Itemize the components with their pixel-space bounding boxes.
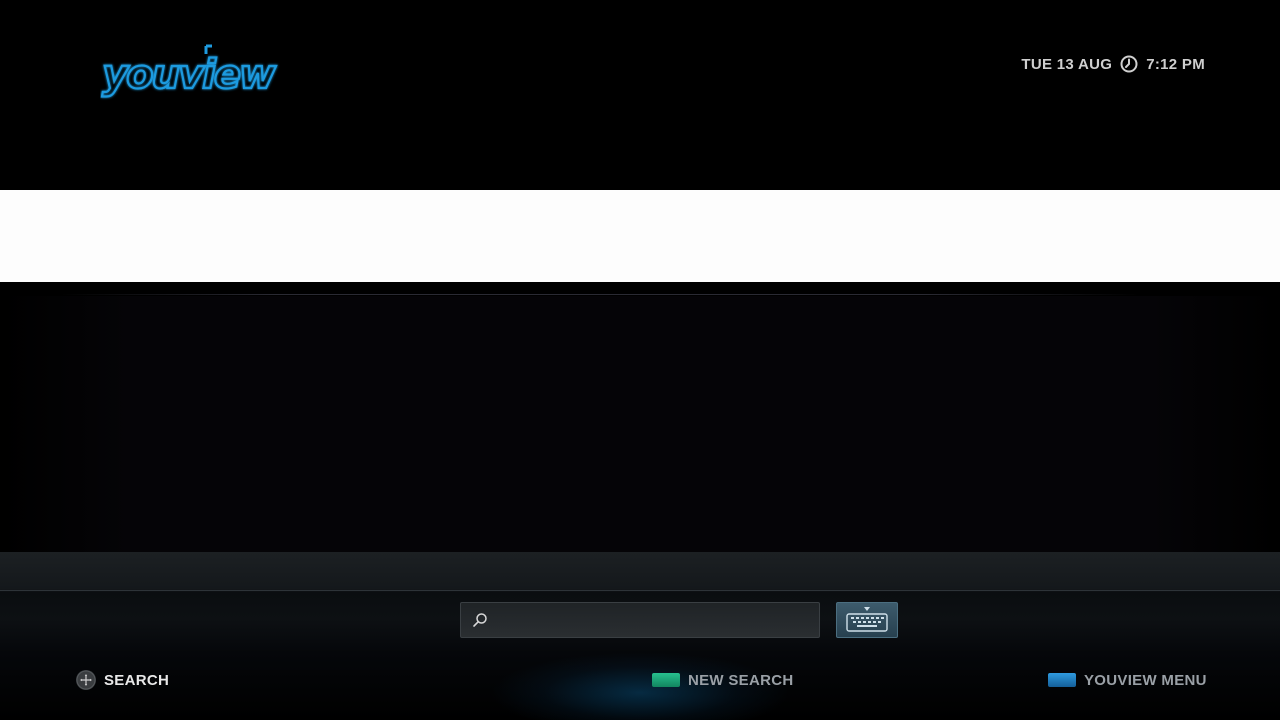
keyboard-button[interactable]	[836, 602, 898, 638]
search-field[interactable]	[460, 602, 820, 638]
results-area	[0, 296, 1280, 552]
search-input[interactable]	[489, 611, 819, 629]
keyboard-icon	[846, 607, 888, 632]
youview-menu-label: YOUVIEW MENU	[1084, 671, 1207, 689]
search-hint: SEARCH	[76, 670, 169, 690]
youview-logo: youview	[101, 44, 280, 99]
search-icon	[473, 613, 487, 627]
new-search-label: NEW SEARCH	[688, 671, 794, 689]
divider	[60, 294, 1140, 295]
search-hint-label: SEARCH	[104, 671, 170, 689]
new-search-button[interactable]: NEW SEARCH	[652, 670, 794, 690]
date-time: TUE 13 AUG 7:12 PM	[1021, 54, 1205, 74]
navigation-ring-icon	[76, 670, 96, 690]
youview-menu-button[interactable]: YOUVIEW MENU	[1048, 670, 1207, 690]
svg-text:youview: youview	[102, 52, 277, 98]
clock-icon	[1120, 55, 1138, 73]
date-text: TUE 13 AUG	[1021, 55, 1113, 73]
results-header-band	[0, 190, 1280, 282]
time-text: 7:12 PM	[1146, 55, 1205, 73]
bottom-bar-divider	[0, 590, 1280, 591]
green-key-icon	[652, 673, 680, 687]
blue-key-icon	[1048, 673, 1076, 687]
